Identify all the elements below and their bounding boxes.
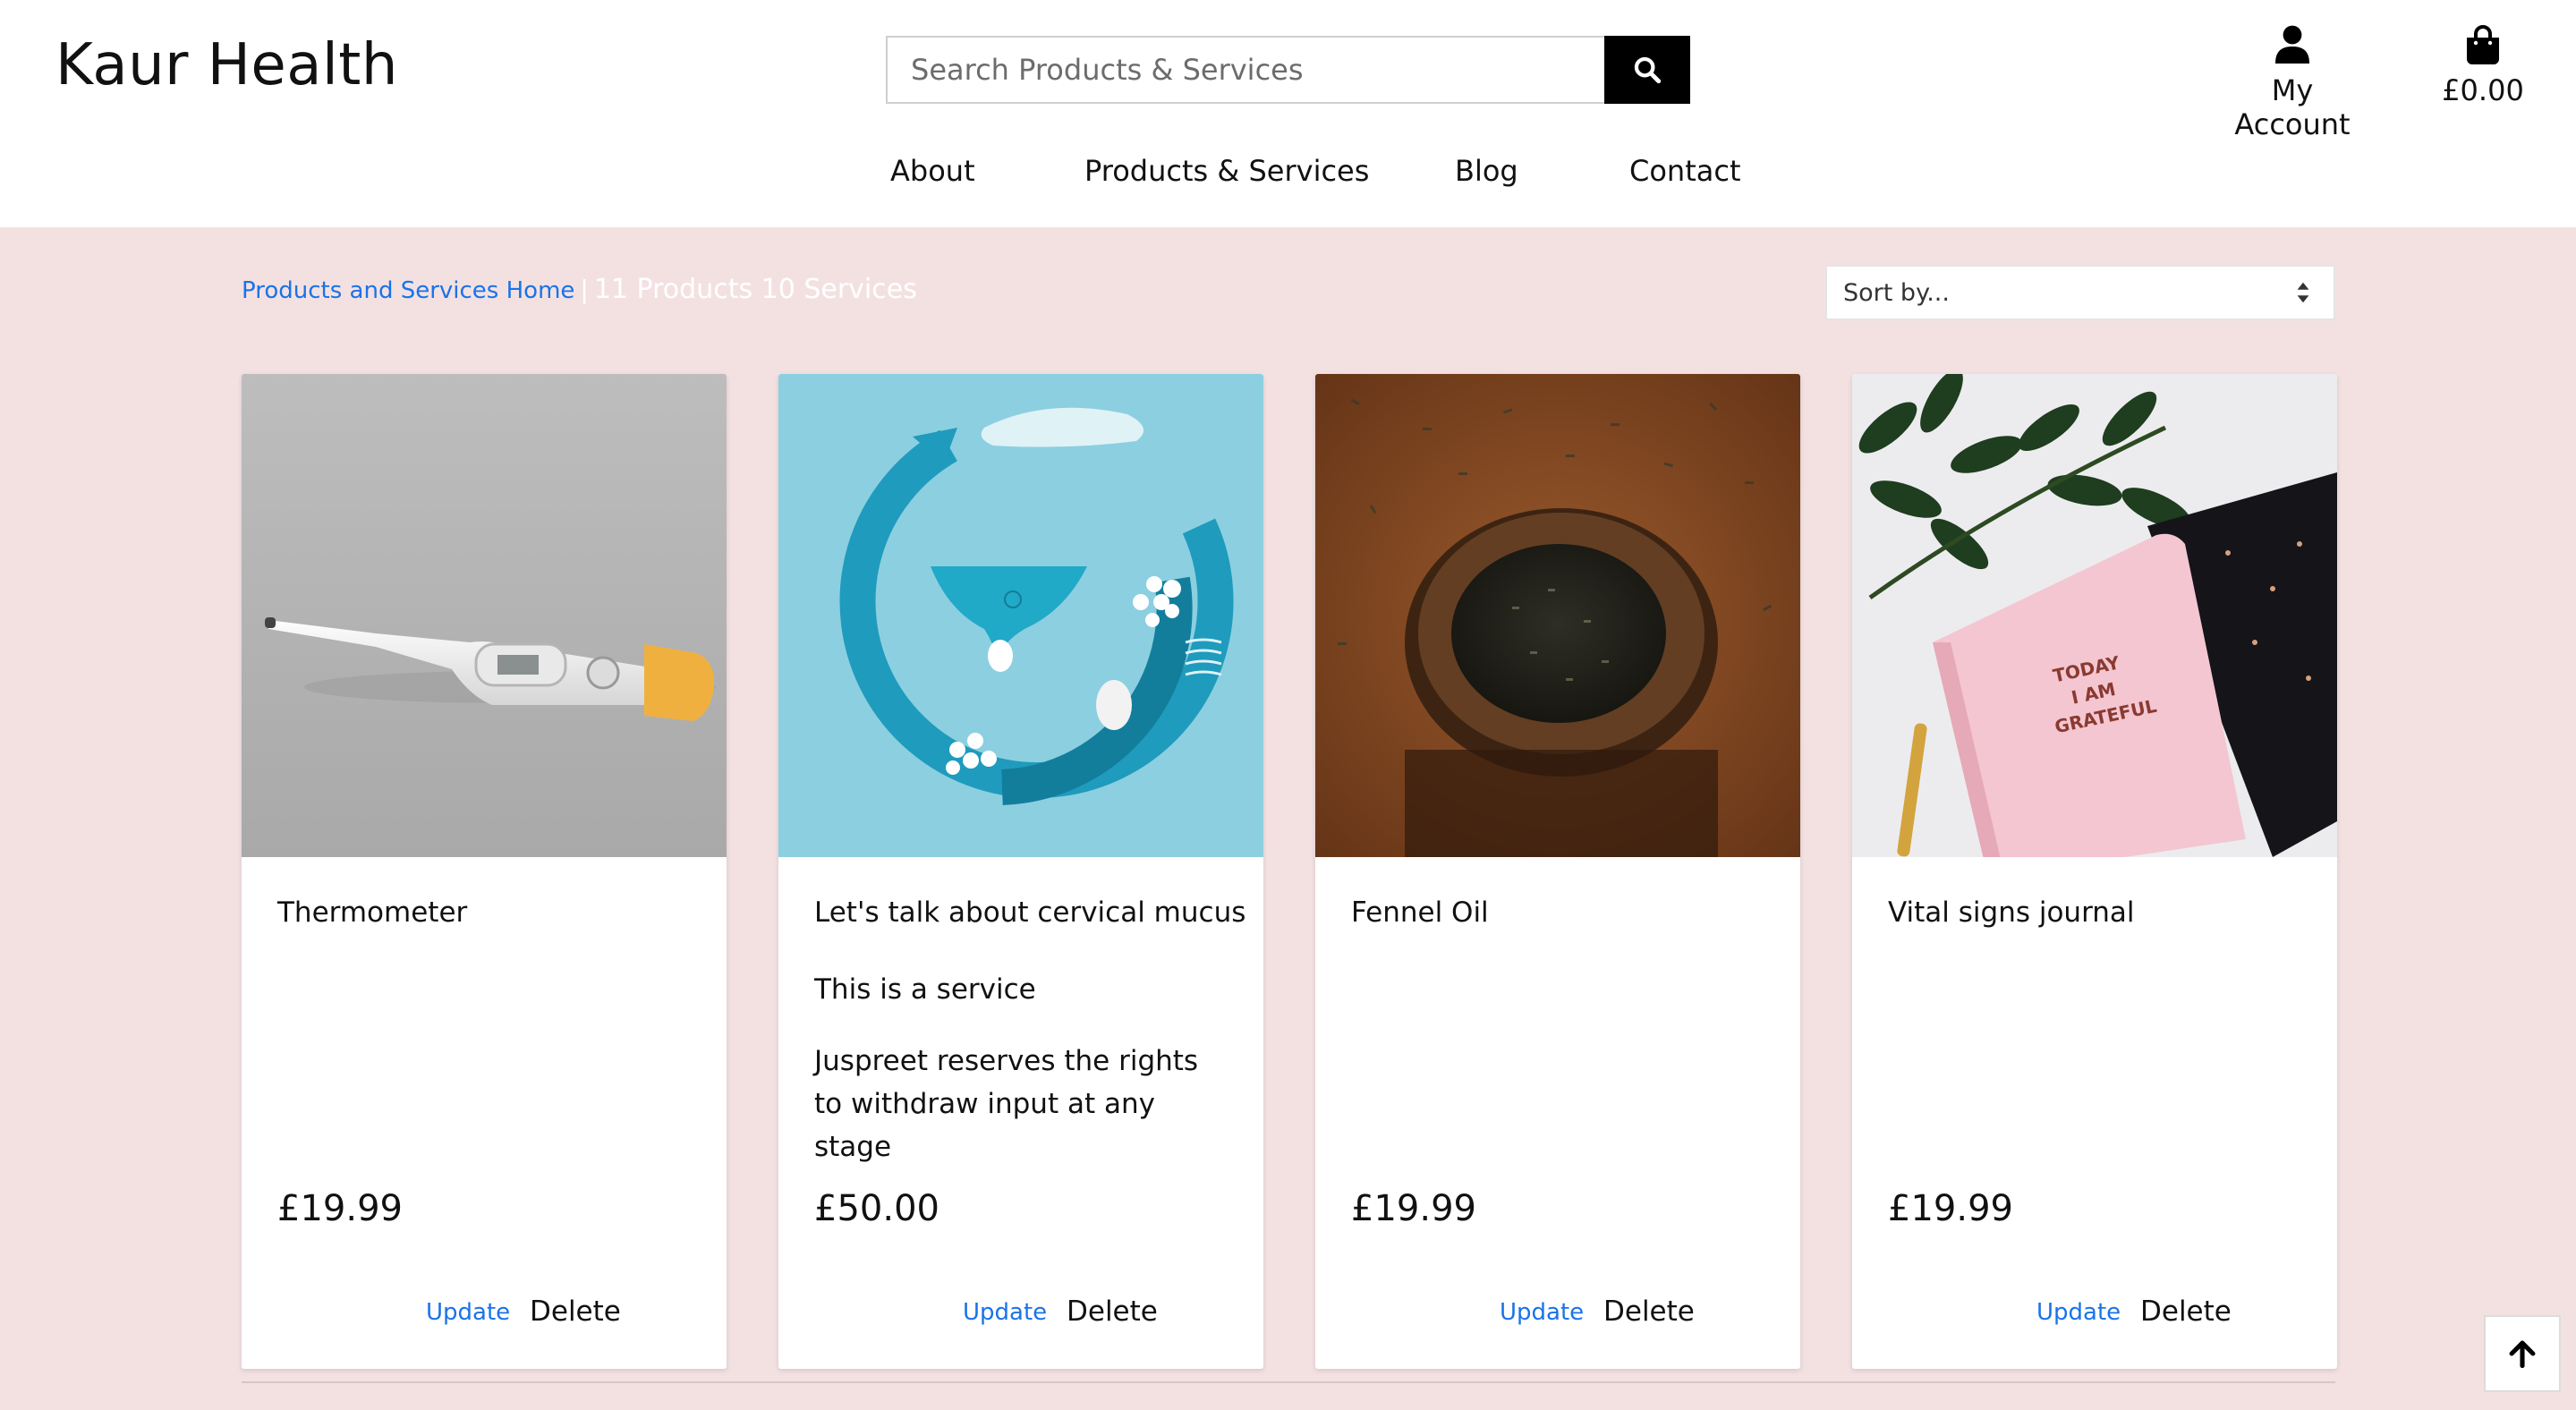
my-account-label: My Account — [2234, 73, 2351, 141]
search-form — [886, 36, 1690, 104]
update-button[interactable]: Update — [426, 1299, 510, 1326]
service-note: This is a service — [814, 973, 1036, 1006]
product-card: Fennel Oil £19.99 Update Delete — [1315, 374, 1800, 1369]
divider — [242, 1381, 2335, 1383]
card-actions: Update Delete — [1315, 1295, 1800, 1340]
bag-total: £0.00 — [2442, 73, 2524, 107]
product-price: £19.99 — [1888, 1188, 2013, 1229]
nav-contact[interactable]: Contact — [1629, 154, 1741, 188]
back-to-top-button[interactable] — [2484, 1315, 2561, 1392]
shopping-bag-link[interactable]: £0.00 — [2427, 23, 2539, 107]
service-disclaimer: Juspreet reserves the rights to withdraw… — [814, 1045, 1199, 1163]
product-card: Thermometer £19.99 Update Delete — [242, 374, 727, 1369]
search-icon — [1634, 56, 1662, 84]
sort-arrows-icon — [2297, 282, 2309, 303]
breadcrumb-home-link[interactable]: Products and Services Home — [242, 277, 574, 304]
journal-image[interactable]: TODAY I AM GRATEFUL — [1852, 374, 2337, 857]
sort-select[interactable]: Sort by... — [1825, 265, 2335, 320]
delete-button[interactable]: Delete — [1603, 1295, 1695, 1328]
product-description: This is a service Juspreet reserves the … — [814, 968, 1235, 1197]
nav-products-services[interactable]: Products & Services — [1084, 154, 1369, 188]
arrow-up-icon — [2509, 1340, 2536, 1369]
fennel-jar-image[interactable] — [1315, 374, 1800, 857]
delete-button[interactable]: Delete — [530, 1295, 621, 1328]
user-icon — [2275, 25, 2309, 64]
product-title[interactable]: Vital signs journal — [1888, 896, 2135, 929]
product-title[interactable]: Fennel Oil — [1351, 896, 1489, 929]
card-actions: Update Delete — [778, 1295, 1263, 1340]
product-title[interactable]: Let's talk about cervical mucus — [814, 896, 1245, 929]
my-account-link[interactable]: My Account — [2210, 23, 2375, 141]
product-price: £50.00 — [814, 1188, 939, 1229]
nav-blog[interactable]: Blog — [1455, 154, 1518, 188]
product-price: £19.99 — [277, 1188, 403, 1229]
search-button[interactable] — [1604, 36, 1690, 104]
nav-about[interactable]: About — [890, 154, 975, 188]
update-button[interactable]: Update — [963, 1299, 1047, 1326]
delete-button[interactable]: Delete — [1067, 1295, 1158, 1328]
card-actions: Update Delete — [1852, 1295, 2337, 1340]
card-actions: Update Delete — [242, 1295, 727, 1340]
search-input[interactable] — [886, 36, 1604, 104]
update-button[interactable]: Update — [1500, 1299, 1584, 1326]
product-price: £19.99 — [1351, 1188, 1476, 1229]
thermometer-image[interactable] — [242, 374, 727, 857]
site-header: Kaur Health My Account £0 — [0, 0, 2576, 227]
breadcrumb-separator: | — [580, 275, 589, 304]
product-card: TODAY I AM GRATEFUL Vital signs journal … — [1852, 374, 2337, 1369]
product-card: Let's talk about cervical mucus This is … — [778, 374, 1263, 1369]
brand-logo[interactable]: Kaur Health — [55, 32, 398, 98]
main-nav: About Products & Services Blog Contact — [0, 154, 2576, 199]
breadcrumb: Products and Services Home | 11 Products… — [242, 274, 917, 305]
cycle-illustration-image[interactable] — [778, 374, 1263, 857]
update-button[interactable]: Update — [2036, 1299, 2121, 1326]
delete-button[interactable]: Delete — [2140, 1295, 2232, 1328]
product-count: 11 Products 10 Services — [593, 274, 917, 305]
sort-selected-value: Sort by... — [1843, 278, 1950, 307]
shopping-bag-icon — [2467, 25, 2499, 64]
product-title[interactable]: Thermometer — [277, 896, 467, 929]
